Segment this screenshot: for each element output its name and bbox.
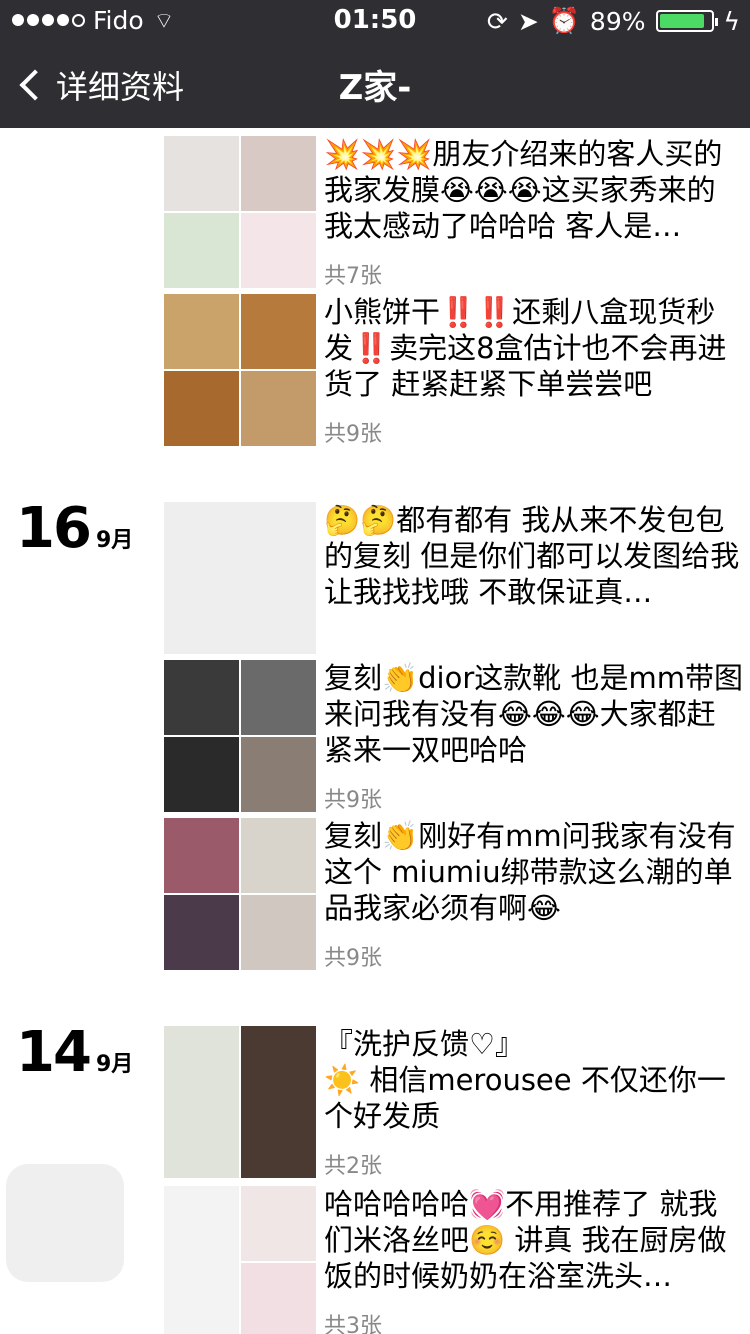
- moment-post[interactable]: 小熊饼干‼️‼️还剩八盒现货秒发‼️卖完这8盒估计也不会再进货了 赶紧赶紧下单尝…: [164, 294, 750, 446]
- status-bar: Fido ⌔ 01:50 ⟳ ➤ ⏰ 89% ϟ: [0, 0, 750, 40]
- moment-post[interactable]: 复刻👏dior这款靴 也是mm带图来问我有没有😂😂😂大家都赶紧来一双吧哈哈: [164, 660, 750, 812]
- photo-count: 共9张: [324, 946, 382, 971]
- photo-thumbnail-grid[interactable]: [164, 818, 316, 970]
- photo-thumbnail[interactable]: [241, 294, 316, 369]
- floating-assistive-button[interactable]: [6, 1164, 124, 1282]
- photo-thumbnail[interactable]: [164, 371, 239, 446]
- photo-thumbnail[interactable]: [164, 660, 239, 735]
- post-text: 哈哈哈哈哈💓不用推荐了 就我们米洛丝吧☺️ 讲真 我在厨房做饭的时候奶奶在浴室洗…: [324, 1187, 727, 1293]
- moment-post[interactable]: 哈哈哈哈哈💓不用推荐了 就我们米洛丝吧☺️ 讲真 我在厨房做饭的时候奶奶在浴室洗…: [164, 1186, 750, 1334]
- location-arrow-icon: ➤: [517, 6, 539, 36]
- photo-thumbnail[interactable]: [164, 213, 239, 288]
- date-month: 9月: [95, 528, 134, 553]
- moment-post[interactable]: 复刻👏刚好有mm问我家有没有这个 miumiu绑带款这么潮的单品我家必须有啊😂: [164, 818, 750, 970]
- photo-thumbnail-grid[interactable]: [164, 660, 316, 812]
- post-text: 💥💥💥朋友介绍来的客人买的我家发膜😭😭😭这买家秀来的我太感动了哈哈哈 客人是…: [324, 137, 723, 243]
- post-text: 🤔🤔都有都有 我从来不发包包的复刻 但是你们都可以发图给我让我找找哦 不敢保证真…: [324, 503, 740, 609]
- photo-count: 共2张: [324, 1154, 382, 1179]
- photo-thumbnail-grid[interactable]: [164, 136, 316, 288]
- date-label: 16 9月: [16, 496, 133, 561]
- photo-thumbnail[interactable]: [164, 737, 239, 812]
- charging-bolt-icon: ϟ: [723, 6, 741, 36]
- photo-thumbnail[interactable]: [164, 502, 316, 654]
- post-text: 复刻👏刚好有mm问我家有没有这个 miumiu绑带款这么潮的单品我家必须有啊😂: [324, 819, 736, 925]
- photo-thumbnail[interactable]: [241, 818, 316, 893]
- photo-thumbnail[interactable]: [164, 1186, 239, 1334]
- photo-thumbnail-grid[interactable]: [164, 1186, 316, 1334]
- post-text: 『洗护反馈♡』 ☀️ 相信merousee 不仅还你一个好发质: [324, 1027, 726, 1133]
- photo-count: 共3张: [324, 1314, 382, 1334]
- date-label: 14 9月: [16, 1020, 133, 1085]
- photo-thumbnail[interactable]: [164, 294, 239, 369]
- photo-thumbnail[interactable]: [164, 136, 239, 211]
- photo-thumbnail[interactable]: [241, 660, 316, 735]
- photo-thumbnail[interactable]: [241, 737, 316, 812]
- photo-thumbnail[interactable]: [164, 895, 239, 970]
- photo-count: 共7张: [324, 264, 382, 289]
- status-right: ⟳ ➤ ⏰ 89% ϟ: [487, 6, 740, 36]
- date-day: 16: [16, 496, 92, 561]
- photo-thumbnail-grid[interactable]: [164, 1026, 316, 1178]
- photo-count: 共9张: [324, 788, 382, 813]
- alarm-icon: ⏰: [548, 6, 580, 35]
- photo-count: 共9张: [324, 422, 382, 447]
- photo-thumbnail[interactable]: [164, 1026, 239, 1178]
- photo-thumbnail-grid[interactable]: [164, 294, 316, 446]
- photo-thumbnail[interactable]: [241, 371, 316, 446]
- photo-thumbnail[interactable]: [164, 818, 239, 893]
- moment-post[interactable]: 💥💥💥朋友介绍来的客人买的我家发膜😭😭😭这买家秀来的我太感动了哈哈哈 客人是…: [164, 136, 750, 288]
- moment-post[interactable]: 🤔🤔都有都有 我从来不发包包的复刻 但是你们都可以发图给我让我找找哦 不敢保证真…: [164, 502, 750, 654]
- page-title: Z家-: [338, 68, 412, 108]
- photo-thumbnail[interactable]: [241, 1186, 316, 1261]
- post-text: 复刻👏dior这款靴 也是mm带图来问我有没有😂😂😂大家都赶紧来一双吧哈哈: [324, 661, 743, 767]
- top-bar: Fido ⌔ 01:50 ⟳ ➤ ⏰ 89% ϟ 详细资料 Z家-: [0, 0, 750, 128]
- photo-thumbnail[interactable]: [241, 136, 316, 211]
- moments-feed[interactable]: 💥💥💥朋友介绍来的客人买的我家发膜😭😭😭这买家秀来的我太感动了哈哈哈 客人是… 共…: [0, 128, 750, 1334]
- photo-thumbnail[interactable]: [241, 1263, 316, 1334]
- rotation-lock-icon: ⟳: [486, 6, 508, 36]
- date-day: 14: [16, 1020, 92, 1085]
- date-month: 9月: [95, 1052, 134, 1077]
- photo-thumbnail[interactable]: [241, 1026, 316, 1178]
- battery-icon: [655, 10, 718, 32]
- photo-thumbnail-grid[interactable]: [164, 502, 316, 654]
- photo-thumbnail[interactable]: [241, 213, 316, 288]
- moment-post[interactable]: 『洗护反馈♡』 ☀️ 相信merousee 不仅还你一个好发质: [164, 1026, 750, 1178]
- nav-bar: 详细资料 Z家-: [0, 40, 750, 128]
- battery-percent: 89%: [589, 6, 646, 36]
- post-text: 小熊饼干‼️‼️还剩八盒现货秒发‼️卖完这8盒估计也不会再进货了 赶紧赶紧下单尝…: [324, 295, 727, 401]
- photo-thumbnail[interactable]: [241, 895, 316, 970]
